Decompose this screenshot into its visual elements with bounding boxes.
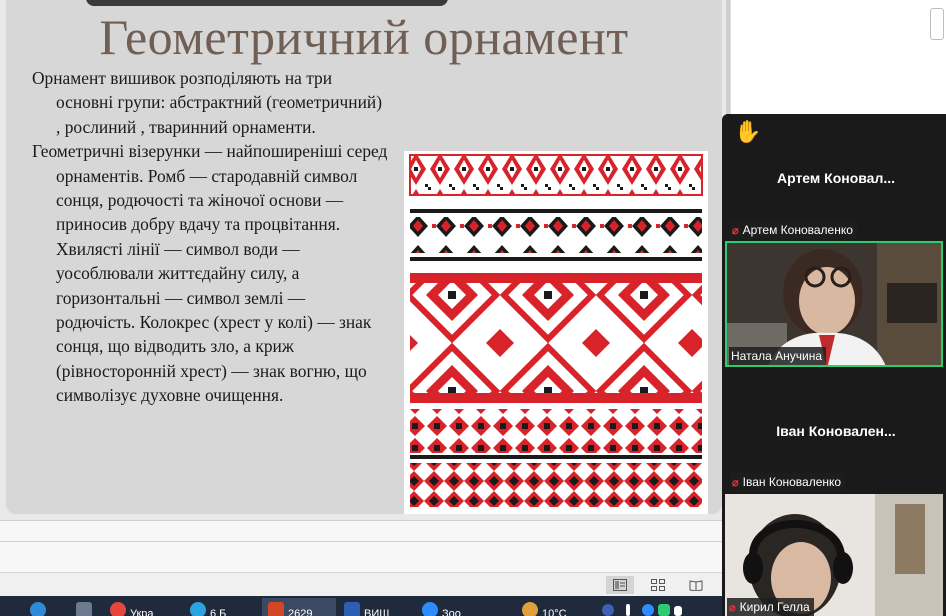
participant-label: ⌀ Кирил Гелла	[727, 598, 814, 616]
slide-title: Геометричний орнамент	[99, 9, 629, 65]
participant-label-text: Кирил Гелла	[739, 600, 810, 614]
chrome-icon	[110, 602, 126, 616]
participant-label: ⌀ Артем Коноваленко	[730, 221, 857, 239]
participant-label-text: Натала Анучина	[731, 349, 823, 363]
powerpoint-icon	[268, 602, 284, 616]
participant-label: ⌀ Іван Коноваленко	[730, 473, 846, 491]
taskbar-telegram[interactable]: 6 Б	[190, 598, 226, 616]
participant-label: Натала Анучина	[729, 347, 827, 365]
tray-icon-4	[658, 604, 670, 616]
ornament-image	[404, 151, 708, 514]
participant-tile-kyryl[interactable]: ⌀ Кирил Гелла	[725, 494, 943, 616]
participant-tile-name: Артем Коновал...	[776, 170, 896, 186]
participant-tile-natala[interactable]: Натала Анучина	[725, 241, 943, 367]
taskbar-powerpoint[interactable]: 2629	[262, 598, 336, 616]
muted-mic-icon: ⌀	[729, 601, 736, 614]
tray-icon-2	[626, 604, 630, 616]
slide-top-decoration	[86, 0, 448, 6]
weather-icon	[522, 602, 538, 616]
taskbar-chrome-label: Укра	[130, 608, 154, 616]
taskbar-calculator[interactable]	[76, 598, 92, 616]
participant-label-text: Іван Коноваленко	[742, 475, 842, 489]
slide-paragraph-2: Геометричні візерунки — найпоширеніші се…	[32, 141, 388, 406]
status-bar	[0, 572, 722, 596]
participant-tile-artem[interactable]: ✋ Артем Коновал... ⌀ Артем Коноваленко	[726, 114, 946, 240]
taskbar-chrome[interactable]: Укра	[110, 598, 154, 616]
telegram-icon	[190, 602, 206, 616]
slide-sorter-button[interactable]	[644, 576, 672, 594]
slide-sorter-icon	[651, 579, 665, 591]
zoom-gallery: ✋ Артем Коновал... ⌀ Артем Коноваленко Н…	[722, 114, 946, 616]
normal-view-icon	[613, 579, 627, 591]
taskbar-word-label: ВИШ	[364, 608, 390, 616]
notes-divider	[0, 541, 722, 542]
participant-tile-ivan[interactable]: Іван Коновален... ⌀ Іван Коноваленко	[726, 368, 946, 494]
taskbar-zoom-label: Зоо	[442, 608, 461, 616]
slide-body-text: Орнамент вишивок розподіляють на три осн…	[32, 66, 388, 408]
edge-icon	[30, 602, 46, 616]
tray-icon-3	[642, 604, 654, 616]
screen: Геометричний орнамент Орнамент вишивок р…	[0, 0, 946, 616]
normal-view-button[interactable]	[606, 576, 634, 594]
windows-taskbar: Укра 6 Б 2629 ВИШ Зоо 10°C	[0, 596, 722, 616]
reading-view-icon	[689, 580, 703, 591]
zoom-icon	[422, 602, 438, 616]
taskbar-telegram-label: 6 Б	[210, 608, 227, 616]
muted-mic-icon: ⌀	[732, 224, 739, 237]
raised-hand-icon: ✋	[734, 120, 762, 145]
muted-mic-icon: ⌀	[732, 476, 739, 489]
tray-icons[interactable]	[602, 598, 682, 616]
participant-tile-name: Іван Коновален...	[776, 423, 896, 439]
zoom-panel-scrollbar[interactable]	[930, 8, 944, 40]
taskbar-weather-label: 10°C	[542, 608, 567, 616]
taskbar-zoom[interactable]: Зоо	[422, 598, 461, 616]
taskbar-weather[interactable]: 10°C	[522, 598, 567, 616]
taskbar-word[interactable]: ВИШ	[344, 598, 389, 616]
word-icon	[344, 602, 360, 616]
slide[interactable]: Геометричний орнамент Орнамент вишивок р…	[6, 0, 722, 514]
notes-pane[interactable]	[0, 520, 722, 572]
tray-icon-5	[674, 606, 682, 616]
tray-icon-1	[602, 604, 614, 616]
slide-paragraph-1: Орнамент вишивок розподіляють на три осн…	[32, 68, 383, 137]
taskbar-edge[interactable]	[30, 598, 46, 616]
participant-label-text: Артем Коноваленко	[742, 223, 853, 237]
taskbar-powerpoint-label: 2629	[288, 608, 313, 616]
reading-view-button[interactable]	[682, 576, 710, 594]
zoom-panel-header	[730, 0, 946, 114]
embroidery-ornaments	[409, 154, 703, 507]
calculator-icon	[76, 602, 92, 616]
